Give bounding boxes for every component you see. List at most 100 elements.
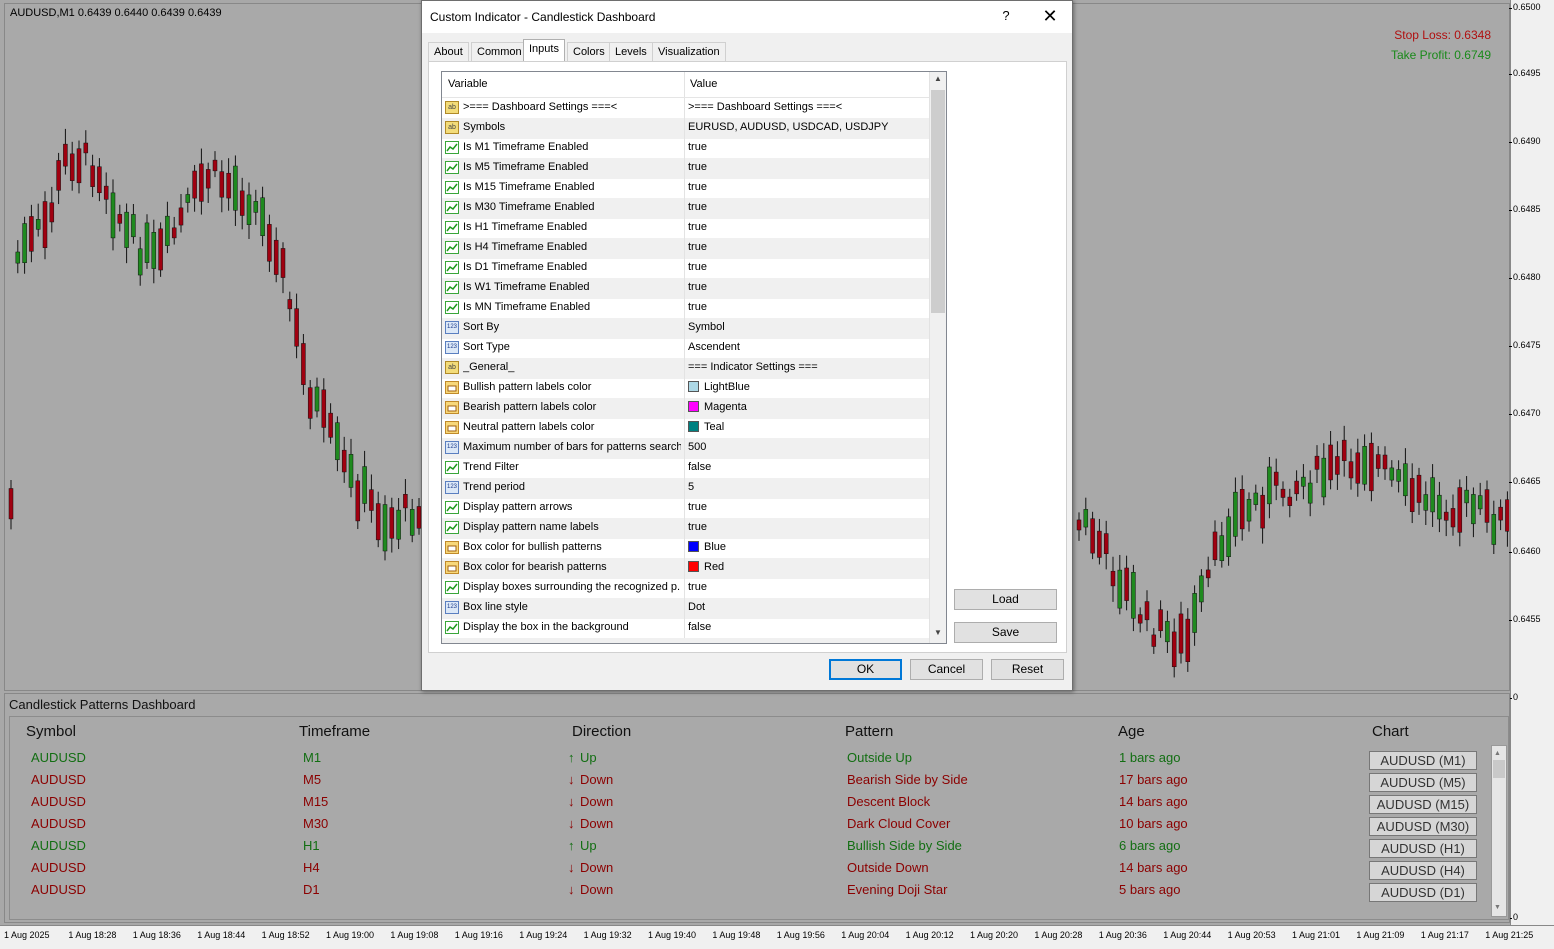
- input-value[interactable]: true: [688, 301, 707, 313]
- tab-inputs[interactable]: Inputs: [523, 39, 565, 62]
- tab-common[interactable]: Common: [471, 42, 528, 61]
- inputs-grid[interactable]: Variable Value ab >=== Dashboard Settings…: [441, 71, 947, 644]
- input-value[interactable]: true: [688, 581, 707, 593]
- column-divider[interactable]: [684, 72, 685, 97]
- dashboard-scrollbar[interactable]: ▲ ▼: [1491, 745, 1507, 917]
- input-row[interactable]: Display the box in the background false: [442, 618, 929, 639]
- price-scale[interactable]: 0.6500 0.6495 0.6490 0.6485 0.6480 0.6475 0.64…: [1508, 0, 1554, 925]
- candle-body: [1369, 442, 1374, 492]
- input-value[interactable]: Red: [688, 561, 724, 573]
- candle: [389, 497, 395, 553]
- open-chart-button[interactable]: AUDUSD (H4): [1369, 861, 1477, 880]
- input-row[interactable]: Display pattern name labels true: [442, 518, 929, 539]
- input-row[interactable]: Is W1 Timeframe Enabled true: [442, 278, 929, 299]
- input-value[interactable]: true: [688, 281, 707, 293]
- open-chart-button[interactable]: AUDUSD (D1): [1369, 883, 1477, 902]
- tab-about[interactable]: About: [428, 42, 469, 61]
- input-value[interactable]: LightBlue: [688, 381, 750, 393]
- input-value[interactable]: Magenta: [688, 401, 747, 413]
- input-row[interactable]: 123 Sort By Symbol: [442, 318, 929, 339]
- save-button[interactable]: Save: [954, 622, 1057, 643]
- input-row[interactable]: Display boxes surrounding the recognized…: [442, 578, 929, 599]
- input-value[interactable]: === Indicator Settings ===: [688, 361, 818, 373]
- input-row[interactable]: Is H4 Timeframe Enabled true: [442, 238, 929, 259]
- load-button[interactable]: Load: [954, 589, 1057, 610]
- input-row[interactable]: Is M5 Timeframe Enabled true: [442, 158, 929, 179]
- price-tick-label: 0.6465: [1509, 476, 1541, 486]
- input-row[interactable]: Is D1 Timeframe Enabled true: [442, 258, 929, 279]
- tab-levels[interactable]: Levels: [609, 42, 653, 61]
- input-value[interactable]: true: [688, 181, 707, 193]
- column-value[interactable]: Value: [690, 78, 717, 90]
- input-value[interactable]: true: [688, 501, 707, 513]
- input-row[interactable]: ab Symbols EURUSD, AUDUSD, USDCAD, USDJPY: [442, 118, 929, 139]
- input-row[interactable]: 123 Maximum number of bars for patterns s…: [442, 438, 929, 459]
- input-value[interactable]: Blue: [688, 541, 726, 553]
- ok-button[interactable]: OK: [829, 659, 902, 680]
- input-value[interactable]: 5: [688, 481, 694, 493]
- dialog-titlebar[interactable]: Custom Indicator - Candlestick Dashboard…: [422, 1, 1072, 33]
- open-chart-button[interactable]: AUDUSD (M15): [1369, 795, 1477, 814]
- input-value[interactable]: EURUSD, AUDUSD, USDCAD, USDJPY: [688, 121, 888, 133]
- help-button[interactable]: ?: [1000, 8, 1012, 23]
- input-row[interactable]: Is H1 Timeframe Enabled true: [442, 218, 929, 239]
- cancel-button[interactable]: Cancel: [910, 659, 983, 680]
- input-row-partial[interactable]: [442, 638, 929, 643]
- input-value[interactable]: 500: [688, 441, 706, 453]
- open-chart-button[interactable]: AUDUSD (M1): [1369, 751, 1477, 770]
- input-value[interactable]: false: [688, 621, 711, 633]
- input-row[interactable]: Box color for bullish patterns Blue: [442, 538, 929, 559]
- open-chart-button[interactable]: AUDUSD (M5): [1369, 773, 1477, 792]
- tab-colors[interactable]: Colors: [567, 42, 611, 61]
- candle: [56, 152, 61, 205]
- input-value[interactable]: true: [688, 201, 707, 213]
- input-value[interactable]: true: [688, 241, 707, 253]
- input-row[interactable]: Is M1 Timeframe Enabled true: [442, 138, 929, 159]
- input-row[interactable]: Is MN Timeframe Enabled true: [442, 298, 929, 319]
- tab-visualization[interactable]: Visualization: [652, 42, 726, 61]
- input-value[interactable]: >=== Dashboard Settings ===<: [688, 101, 842, 113]
- grid-scroll-thumb[interactable]: [931, 90, 945, 313]
- input-row[interactable]: ab _General_ === Indicator Settings ===: [442, 358, 929, 379]
- input-row[interactable]: Bearish pattern labels color Magenta: [442, 398, 929, 419]
- input-value[interactable]: true: [688, 141, 707, 153]
- input-value[interactable]: true: [688, 261, 707, 273]
- open-chart-button[interactable]: AUDUSD (M30): [1369, 817, 1477, 836]
- input-row[interactable]: 123 Sort Type Ascendent: [442, 338, 929, 359]
- input-value[interactable]: Ascendent: [688, 341, 740, 353]
- input-row[interactable]: ab >=== Dashboard Settings ===< >=== Dashb…: [442, 98, 929, 119]
- input-value[interactable]: false: [688, 461, 711, 473]
- candle: [1348, 448, 1354, 490]
- scroll-up-icon[interactable]: ▲: [934, 74, 942, 83]
- scroll-up-icon[interactable]: ▲: [1494, 750, 1501, 757]
- candle-body: [1307, 482, 1313, 504]
- scroll-thumb[interactable]: [1493, 760, 1505, 778]
- input-row[interactable]: Is M30 Timeframe Enabled true: [442, 198, 929, 219]
- input-value[interactable]: true: [688, 161, 707, 173]
- input-row[interactable]: 123 Trend period 5: [442, 478, 929, 499]
- row-symbol: AUDUSD: [31, 794, 86, 809]
- time-scale[interactable]: 1 Aug 2025 1 Aug 18:28 1 Aug 18:36 1 Aug 18…: [0, 925, 1554, 949]
- scroll-down-icon[interactable]: ▼: [934, 628, 942, 637]
- input-value[interactable]: true: [688, 221, 707, 233]
- grid-scrollbar[interactable]: ▲ ▼: [929, 72, 946, 643]
- input-value[interactable]: Teal: [688, 421, 724, 433]
- column-variable[interactable]: Variable: [448, 78, 488, 90]
- input-row[interactable]: Is M15 Timeframe Enabled true: [442, 178, 929, 199]
- open-chart-button[interactable]: AUDUSD (H1): [1369, 839, 1477, 858]
- scroll-down-icon[interactable]: ▼: [1494, 904, 1501, 911]
- reset-button[interactable]: Reset: [991, 659, 1064, 680]
- candle: [1396, 460, 1401, 493]
- input-row[interactable]: Display pattern arrows true: [442, 498, 929, 519]
- input-value-text: true: [688, 221, 707, 233]
- close-button[interactable]: ✕: [1039, 4, 1061, 28]
- input-value[interactable]: Symbol: [688, 321, 725, 333]
- input-row[interactable]: 123 Box line style Dot: [442, 598, 929, 619]
- input-value[interactable]: Dot: [688, 601, 705, 613]
- input-row[interactable]: Neutral pattern labels color Teal: [442, 418, 929, 439]
- candle: [355, 473, 361, 530]
- input-row[interactable]: Box color for bearish patterns Red: [442, 558, 929, 579]
- input-value[interactable]: true: [688, 521, 707, 533]
- input-row[interactable]: Bullish pattern labels color LightBlue: [442, 378, 929, 399]
- input-row[interactable]: Trend Filter false: [442, 458, 929, 479]
